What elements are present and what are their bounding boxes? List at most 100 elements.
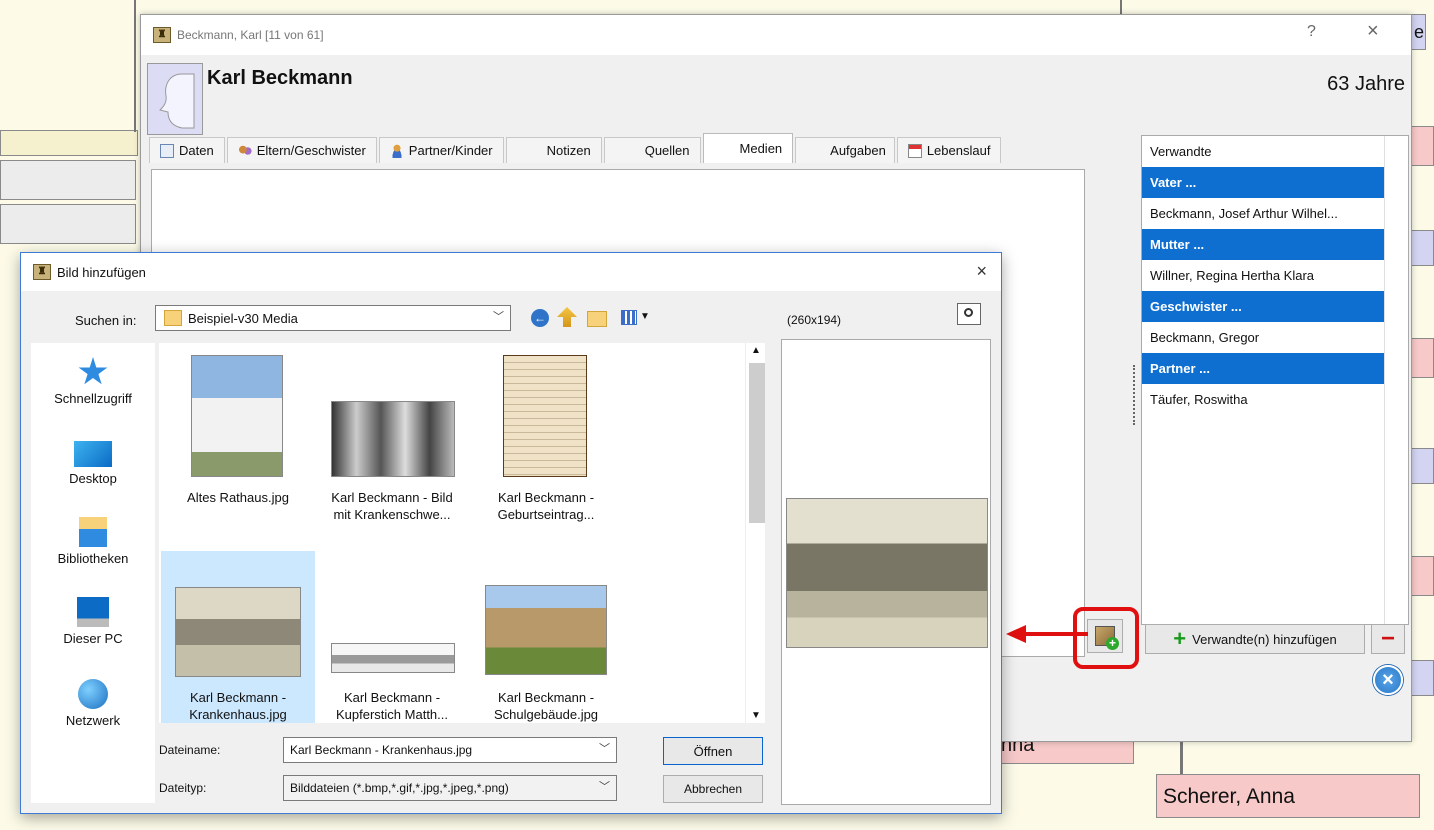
desktop-icon [74, 441, 112, 467]
person-age: 63 Jahre [1327, 73, 1405, 95]
relatives-header: Verwandte [1150, 144, 1212, 159]
splitter-handle[interactable] [1133, 365, 1136, 425]
close-button[interactable]: × [1367, 20, 1379, 43]
file-list-scrollbar[interactable]: ▲ ▼ [745, 343, 765, 723]
scroll-thumb[interactable] [749, 363, 765, 523]
new-folder-icon[interactable] [587, 311, 607, 327]
document-icon [160, 143, 174, 158]
file-thumbnail [191, 355, 283, 477]
open-button[interactable]: Öffnen [663, 737, 763, 765]
calendar-icon [907, 143, 922, 158]
place-network[interactable]: Netzwerk [31, 679, 155, 728]
relatives-group-siblings[interactable]: Geschwister ... [1142, 291, 1386, 322]
file-tile[interactable]: Karl Beckmann - Geburtseintrag... [469, 343, 623, 533]
star-icon [78, 357, 108, 385]
filetype-select[interactable]: Bilddateien (*.bmp,*.gif,*.jpg,*.jpeg,*.… [283, 775, 617, 801]
tree-box [1410, 338, 1434, 378]
tree-name: Scherer, Anna [1163, 785, 1295, 808]
file-thumbnail [331, 401, 455, 477]
filename-label: Dateiname: [159, 743, 221, 757]
tab-label: Aufgaben [830, 143, 886, 158]
place-libraries[interactable]: Bibliotheken [31, 517, 155, 566]
relatives-scrollbar[interactable] [1384, 136, 1408, 624]
chevron-down-icon: ﹀ [493, 311, 504, 323]
avatar[interactable] [147, 63, 203, 135]
person-icon [389, 143, 404, 158]
tab-partner-kinder[interactable]: Partner/Kinder [378, 137, 504, 163]
up-folder-icon[interactable] [557, 307, 577, 327]
tab-eltern-geschwister[interactable]: Eltern/Geschwister [226, 137, 377, 163]
tab-quellen[interactable]: Quellen [603, 137, 701, 163]
file-tile[interactable]: Altes Rathaus.jpg [161, 343, 315, 533]
library-icon [79, 517, 107, 547]
add-relative-label: Verwandte(n) hinzufügen [1192, 631, 1337, 647]
filetype-value: Bilddateien (*.bmp,*.gif,*.jpg,*.jpeg,*.… [290, 781, 509, 795]
back-icon[interactable]: ← [531, 309, 549, 327]
tree-box [0, 160, 136, 200]
relatives-group-mother[interactable]: Mutter ... [1142, 229, 1386, 260]
relatives-group-father[interactable]: Vater ... [1142, 167, 1386, 198]
relative-sibling[interactable]: Beckmann, Gregor [1142, 322, 1386, 353]
file-name-line1: Karl Beckmann - [343, 690, 441, 705]
dialog-close-button[interactable]: × [976, 261, 987, 282]
relative-partner[interactable]: Täufer, Roswitha [1142, 384, 1386, 415]
file-name-line1: Karl Beckmann - Bild [331, 490, 453, 505]
view-menu-icon[interactable]: ▼ [621, 309, 651, 327]
file-tile-selected[interactable]: Karl Beckmann - Krankenhaus.jpg [161, 551, 315, 723]
add-relative-button[interactable]: + Verwandte(n) hinzufügen [1145, 624, 1365, 654]
relative-father[interactable]: Beckmann, Josef Arthur Wilhel... [1142, 198, 1386, 229]
tab-label: Medien [739, 141, 783, 156]
tab-label: Partner/Kinder [408, 143, 493, 158]
tree-box [1410, 556, 1434, 596]
file-name-line2: mit Krankenschwe... [333, 507, 451, 522]
tab-label: Daten [179, 143, 214, 158]
file-name-line1: Karl Beckmann - [189, 690, 287, 705]
place-this-pc[interactable]: Dieser PC [31, 597, 155, 646]
file-name: Altes Rathaus.jpg [187, 490, 289, 505]
place-label: Dieser PC [63, 631, 123, 646]
file-list: Altes Rathaus.jpg Karl Beckmann - Bild m… [159, 343, 765, 723]
filename-field[interactable]: Karl Beckmann - Krankenhaus.jpg ﹀ [283, 737, 617, 763]
file-tile[interactable]: Karl Beckmann - Kupferstich Matth... [315, 551, 469, 723]
relative-mother[interactable]: Willner, Regina Hertha Klara [1142, 260, 1386, 291]
tree-box [1410, 448, 1434, 484]
file-thumbnail [503, 355, 587, 477]
tab-bar: Daten Eltern/Geschwister Partner/Kinder … [149, 133, 1003, 163]
places-bar: Schnellzugriff Desktop Bibliotheken Dies… [31, 343, 155, 803]
cancel-button[interactable]: Abbrechen [663, 775, 763, 803]
add-image-icon: + [1095, 626, 1119, 650]
minus-icon: − [1380, 625, 1395, 652]
look-in-combo[interactable]: Beispiel-v30 Media ﹀ [155, 305, 511, 331]
tree-box [0, 204, 136, 244]
filetype-label: Dateityp: [159, 781, 207, 795]
remove-relative-button[interactable]: − [1371, 624, 1405, 654]
help-button[interactable]: ? [1307, 23, 1316, 41]
file-thumbnail [175, 587, 301, 677]
close-circle-icon[interactable]: × [1373, 665, 1403, 695]
file-name-line2: Geburtseintrag... [497, 507, 595, 522]
place-desktop[interactable]: Desktop [31, 441, 155, 486]
tab-daten[interactable]: Daten [149, 137, 225, 163]
file-name-line2: Schulgebäude.jpg [493, 707, 599, 722]
tab-lebenslauf[interactable]: Lebenslauf [896, 137, 1002, 163]
app-icon: ♜ [33, 264, 51, 280]
relatives-group-partner[interactable]: Partner ... [1142, 353, 1386, 384]
dialog-title: Bild hinzufügen [57, 264, 146, 280]
preview-toggle-icon[interactable] [957, 303, 981, 325]
preview-image [786, 498, 988, 648]
file-tile[interactable]: Karl Beckmann - Bild mit Krankenschwe... [315, 343, 469, 533]
tab-label: Lebenslauf [926, 143, 991, 158]
chevron-down-icon: ﹀ [599, 743, 610, 755]
tab-notizen[interactable]: Notizen [505, 137, 602, 163]
scroll-down-icon: ▼ [751, 710, 761, 721]
tab-aufgaben[interactable]: Aufgaben [795, 137, 895, 163]
place-quick-access[interactable]: Schnellzugriff [31, 357, 155, 406]
place-label: Netzwerk [65, 713, 121, 728]
tree-box [1410, 126, 1434, 166]
file-name-line1: Karl Beckmann - [497, 490, 595, 505]
file-tile[interactable]: Karl Beckmann - Schulgebäude.jpg [469, 551, 623, 723]
tree-box-scherer[interactable]: Scherer, Anna [1156, 774, 1420, 818]
app-icon: ♜ [153, 27, 171, 43]
place-label: Schnellzugriff [54, 391, 132, 406]
tab-medien[interactable]: Medien [702, 133, 794, 163]
